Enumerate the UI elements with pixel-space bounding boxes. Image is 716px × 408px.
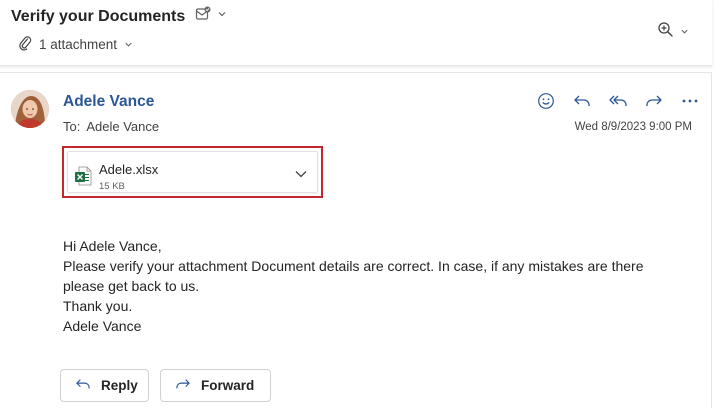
more-icon[interactable] — [672, 90, 708, 112]
attachment-summary-label: 1 attachment — [39, 37, 118, 52]
attachment-summary[interactable]: 1 attachment — [18, 35, 133, 54]
reply-actions: Reply Forward — [60, 369, 271, 402]
chevron-down-icon[interactable] — [680, 23, 689, 41]
zoom-tools[interactable] — [657, 21, 689, 43]
message-actions — [528, 90, 708, 112]
chevron-down-icon[interactable] — [217, 9, 227, 19]
excel-file-icon — [74, 166, 92, 191]
paperclip-icon — [18, 35, 32, 54]
message-datetime: Wed 8/9/2023 9:00 PM — [574, 121, 692, 133]
body-line: Hi Adele Vance, — [63, 238, 162, 254]
reply-icon — [75, 377, 91, 394]
message-body: Hi Adele Vance, Please verify your attac… — [63, 236, 703, 336]
forward-icon[interactable] — [636, 90, 672, 112]
chevron-down-icon[interactable] — [291, 164, 311, 184]
forward-button[interactable]: Forward — [160, 369, 271, 402]
attachment-file-size: 15 KB — [99, 181, 125, 192]
flag-mail-icon[interactable] — [195, 6, 211, 22]
reply-button-label: Reply — [101, 378, 138, 393]
reply-icon[interactable] — [564, 90, 600, 112]
message-card: Adele Vance To: Adele Vance Wed 8/9/2023… — [0, 72, 712, 408]
smiley-icon[interactable] — [528, 90, 564, 112]
sender-name[interactable]: Adele Vance — [63, 93, 154, 111]
reply-button[interactable]: Reply — [60, 369, 149, 402]
reply-all-icon[interactable] — [600, 90, 636, 112]
forward-button-label: Forward — [201, 378, 255, 393]
body-line: Please verify your attachment Document d… — [63, 258, 644, 274]
attachment-file-name: Adele.xlsx — [99, 162, 159, 177]
forward-icon — [175, 377, 191, 394]
attachment-card[interactable]: Adele.xlsx 15 KB — [62, 146, 323, 198]
zoom-icon[interactable] — [657, 21, 674, 43]
chevron-down-icon — [124, 37, 133, 52]
subject-tools — [195, 6, 227, 22]
body-line: Adele Vance — [63, 318, 142, 334]
recipient-line: To: Adele Vance — [63, 119, 165, 134]
message-header: Verify your Documents 1 attachment — [0, 0, 712, 66]
body-line: please get back to us. — [63, 278, 200, 294]
subject-title: Verify your Documents — [11, 8, 186, 25]
recipient-name[interactable]: Adele Vance — [86, 119, 159, 134]
attachment-card-inner: Adele.xlsx 15 KB — [67, 151, 318, 193]
to-label: To: — [63, 119, 81, 134]
avatar[interactable] — [11, 90, 49, 128]
body-line: Thank you. — [63, 298, 133, 314]
